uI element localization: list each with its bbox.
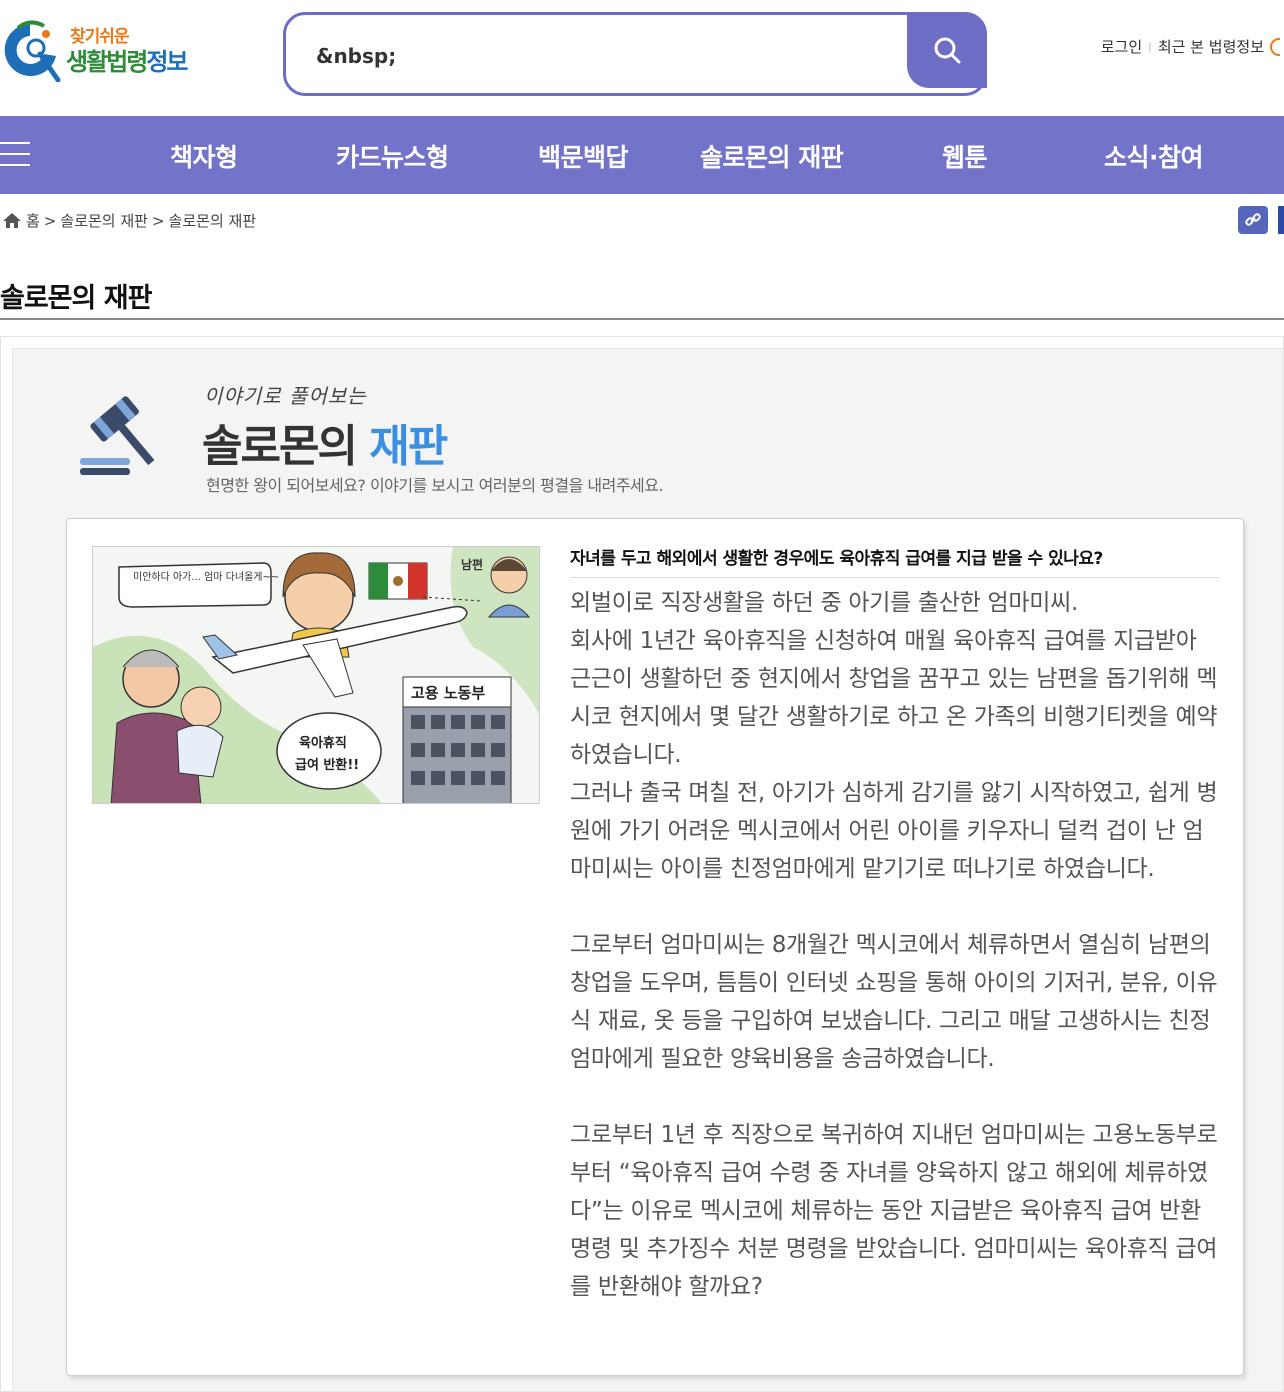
- main-nav: 책자형 카드뉴스형 백문백답 솔로몬의 재판 웹툰 소식·참여: [0, 116, 1284, 194]
- cartoon-speech-2a: 육아휴직: [299, 735, 347, 751]
- search-icon: [934, 37, 961, 64]
- story-line: 회사에 1년간 육아휴직을 신청하여 매월 육아휴직 급여를 지급받아 근근이 …: [570, 628, 1218, 768]
- search-button[interactable]: [907, 12, 987, 88]
- recent-count-badge[interactable]: [1270, 37, 1280, 56]
- nav-item-webtoon[interactable]: 웹툰: [942, 138, 988, 174]
- util-separator: |: [1148, 40, 1152, 53]
- home-icon[interactable]: [2, 212, 22, 229]
- cartoon-husband-label: 남편: [461, 557, 483, 572]
- search-input[interactable]: [316, 39, 896, 73]
- breadcrumb-level2[interactable]: 솔로몬의 재판: [169, 210, 257, 231]
- logo-emblem-icon: [4, 20, 61, 82]
- story-paragraph: 그로부터 엄마미씨는 8개월간 멕시코에서 체류하면서 열심히 남편의 창업을 …: [570, 932, 1218, 1072]
- menu-icon[interactable]: [0, 142, 30, 168]
- case-question: 자녀를 두고 해외에서 생활한 경우에도 육아휴직 급여를 지급 받을 수 있나…: [570, 544, 1220, 578]
- nav-item-qna[interactable]: 백문백답: [538, 138, 629, 174]
- search-box: [283, 12, 987, 96]
- nav-item-cardnews[interactable]: 카드뉴스형: [336, 138, 449, 174]
- story-paragraph: 그로부터 1년 후 직장으로 복귀하여 지내던 엄마미씨는 고용노동부로부터 “…: [570, 1122, 1218, 1300]
- breadcrumb-home[interactable]: 홈: [26, 210, 40, 231]
- banner-subtitle: 이야기로 풀어보는: [204, 384, 367, 408]
- cartoon-speech-2b: 급여 반환!!: [295, 757, 359, 773]
- cartoon-speech-1: 미안하다 아가... 엄마 다녀올게~~: [133, 570, 279, 583]
- utility-links: 로그인 | 최근 본 법령정보: [1101, 36, 1280, 57]
- story-line: 그러나 출국 며칠 전, 아기가 심하게 감기를 앓기 시작하였고, 쉽게 병원…: [570, 780, 1218, 882]
- breadcrumb-separator: >: [43, 211, 57, 230]
- recent-law-link[interactable]: 최근 본 법령정보: [1158, 36, 1264, 57]
- cartoon-illustration: 미안하다 아가... 엄마 다녀올게~~ 남편 고용 노동부 육아휴직 급여 반…: [93, 547, 539, 803]
- site-logo[interactable]: 찾기쉬운 생활법령정보: [0, 18, 210, 82]
- link-icon: [1245, 213, 1261, 226]
- banner-description: 현명한 왕이 되어보세요? 이야기를 보시고 여러분의 평결을 내려주세요.: [206, 476, 664, 495]
- login-link[interactable]: 로그인: [1101, 36, 1142, 57]
- share-button[interactable]: [1278, 206, 1284, 234]
- title-divider: [0, 318, 1284, 320]
- logo-title: 생활법령정보: [66, 42, 189, 77]
- logo-title-blue: 정보: [146, 48, 188, 76]
- case-story: 외벌이로 직장생활을 하던 중 아기를 출산한 엄마미씨. 회사에 1년간 육아…: [570, 584, 1220, 1306]
- breadcrumb-separator: >: [151, 211, 165, 230]
- nav-item-booklet[interactable]: 책자형: [170, 138, 238, 174]
- story-line: 외벌이로 직장생활을 하던 중 아기를 출산한 엄마미씨.: [570, 590, 1078, 616]
- case-cartoon-image: 미안하다 아가... 엄마 다녀올게~~ 남편 고용 노동부 육아휴직 급여 반…: [92, 546, 540, 804]
- copy-link-button[interactable]: [1238, 206, 1268, 234]
- banner-title: 솔로몬의 재판: [202, 410, 448, 474]
- breadcrumb: 홈 > 솔로몬의 재판 > 솔로몬의 재판: [2, 210, 256, 231]
- gavel-icon: [80, 396, 155, 475]
- banner-title-main: 솔로몬의: [202, 421, 358, 472]
- cartoon-ministry-sign: 고용 노동부: [411, 684, 485, 702]
- nav-item-news[interactable]: 소식·참여: [1104, 138, 1204, 174]
- nav-item-solomon[interactable]: 솔로몬의 재판: [700, 138, 844, 174]
- breadcrumb-level1[interactable]: 솔로몬의 재판: [60, 210, 148, 231]
- banner-title-accent: 재판: [369, 421, 448, 472]
- page-title: 솔로몬의 재판: [0, 283, 152, 314]
- logo-title-green: 생활법령: [66, 48, 148, 76]
